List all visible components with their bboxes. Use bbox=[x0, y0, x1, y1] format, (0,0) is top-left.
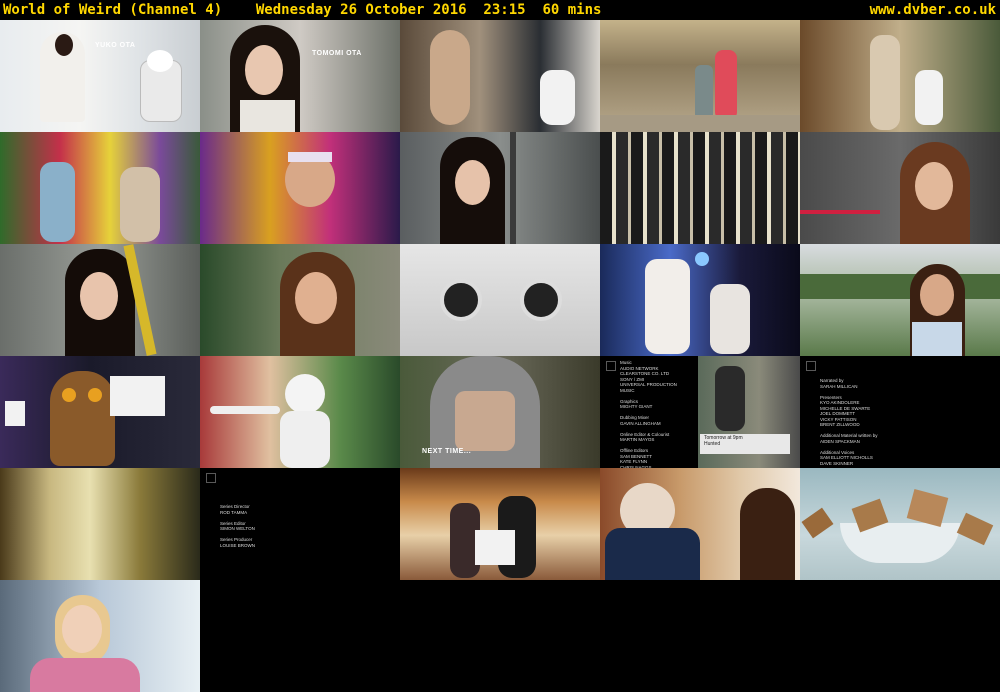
thumbnail-5[interactable] bbox=[800, 20, 1000, 132]
channel4-logo-icon bbox=[806, 361, 816, 371]
thumbnail-8[interactable] bbox=[400, 132, 600, 244]
thumbnail-17[interactable] bbox=[200, 356, 400, 468]
thumbnail-empty-1 bbox=[200, 580, 400, 692]
credits-director: Series Director ROD TAMMA Series Editor … bbox=[220, 504, 256, 548]
thumbnail-6[interactable] bbox=[0, 132, 200, 244]
thumbnail-2[interactable]: TOMOMI OTA bbox=[200, 20, 400, 132]
thumbnail-grid: YUKO OTA TOMOMI OTA NEXT TIME... Music A… bbox=[0, 20, 1000, 692]
thumbnail-14[interactable] bbox=[600, 244, 800, 356]
thumbnail-26[interactable] bbox=[0, 580, 200, 692]
thumbnail-4[interactable] bbox=[600, 20, 800, 132]
programme-title: World of Weird (Channel 4) Wednesday 26 … bbox=[3, 2, 602, 18]
thumbnail-7[interactable] bbox=[200, 132, 400, 244]
thumbnail-3[interactable] bbox=[400, 20, 600, 132]
thumbnail-13[interactable] bbox=[400, 244, 600, 356]
thumbnail-16[interactable] bbox=[0, 356, 200, 468]
caption-tomomi: TOMOMI OTA bbox=[312, 50, 362, 57]
thumbnail-9[interactable] bbox=[600, 132, 800, 244]
thumbnail-10[interactable] bbox=[800, 132, 1000, 244]
credits-hunted: Tomorrow at 9pm Hunted bbox=[704, 435, 743, 447]
site-link[interactable]: www.dvber.co.uk bbox=[870, 0, 996, 20]
thumbnail-12[interactable] bbox=[200, 244, 400, 356]
thumbnail-24[interactable] bbox=[600, 468, 800, 580]
thumbnail-20[interactable]: Narrated by SARAH MILLICAN Presenters KY… bbox=[800, 356, 1000, 468]
thumbnail-empty-3 bbox=[600, 580, 800, 692]
thumbnail-18[interactable]: NEXT TIME... bbox=[400, 356, 600, 468]
thumbnail-15[interactable] bbox=[800, 244, 1000, 356]
caption-next-time: NEXT TIME... bbox=[422, 448, 472, 455]
thumbnail-22[interactable]: Series Director ROD TAMMA Series Editor … bbox=[200, 468, 400, 580]
credits-narrated: Narrated by SARAH MILLICAN Presenters KY… bbox=[820, 378, 878, 466]
thumbnail-11[interactable] bbox=[0, 244, 200, 356]
thumbnail-empty-2 bbox=[400, 580, 600, 692]
channel4-logo-icon bbox=[206, 473, 216, 483]
thumbnail-21[interactable] bbox=[0, 468, 200, 580]
caption-yuko: YUKO OTA bbox=[95, 42, 136, 49]
header-bar: World of Weird (Channel 4) Wednesday 26 … bbox=[0, 0, 1000, 20]
thumbnail-19[interactable]: Music AUDIO NETWORK CLEARSTONE CO. LTD S… bbox=[600, 356, 800, 468]
thumbnail-23[interactable] bbox=[400, 468, 600, 580]
thumbnail-25[interactable] bbox=[800, 468, 1000, 580]
channel4-logo-icon bbox=[606, 361, 616, 371]
thumbnail-1[interactable]: YUKO OTA bbox=[0, 20, 200, 132]
credits-music: Music AUDIO NETWORK CLEARSTONE CO. LTD S… bbox=[620, 360, 677, 468]
thumbnail-empty-4 bbox=[800, 580, 1000, 692]
